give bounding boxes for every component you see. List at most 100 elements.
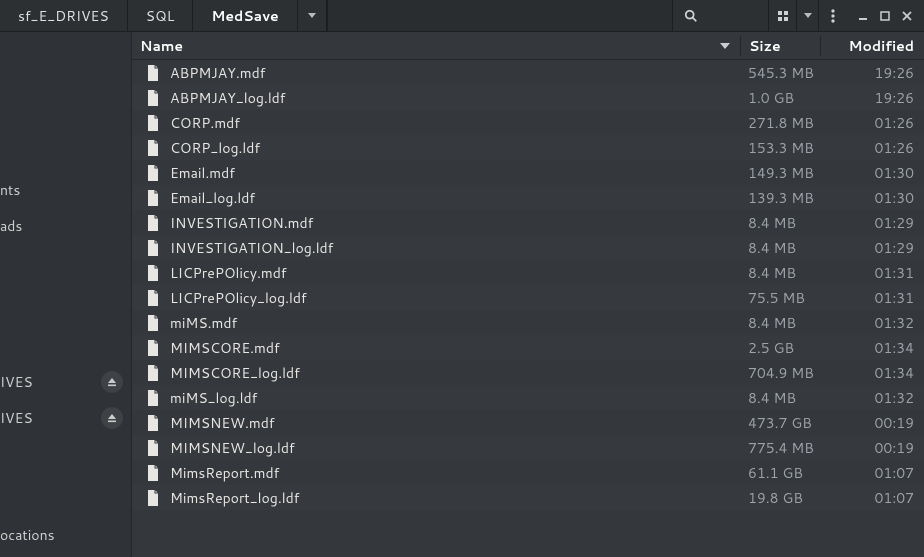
file-name: ABPMJAY.mdf: [170, 63, 265, 83]
window-minimize-button[interactable]: [852, 11, 874, 21]
cell-name: CORP.mdf: [132, 113, 740, 133]
file-icon: [146, 190, 160, 206]
sidebar-drive-item[interactable]: IVES: [0, 400, 131, 436]
window-close-button[interactable]: [896, 11, 918, 21]
cell-size: 8.4 MB: [740, 213, 820, 233]
breadcrumb-item-current[interactable]: MedSave: [192, 0, 296, 31]
table-row[interactable]: LICPrePOlicy_log.ldf75.5 MB01:31: [132, 285, 924, 310]
file-rows: ABPMJAY.mdf 545.3 MB19:26ABPMJAY_log.ldf1…: [132, 60, 924, 557]
cell-name: MIMSNEW.mdf: [132, 413, 740, 433]
file-icon: [146, 240, 160, 256]
cell-modified: 19:26: [820, 63, 924, 83]
cell-name: MIMSCORE_log.ldf: [132, 363, 740, 383]
sidebar-other-locations[interactable]: ocations: [0, 517, 131, 553]
window-controls: [846, 0, 924, 31]
cell-name: MimsReport_log.ldf: [132, 488, 740, 508]
file-icon: [146, 440, 160, 456]
table-row[interactable]: MIMSNEW_log.ldf775.4 MB00:19: [132, 435, 924, 460]
file-name: MIMSNEW_log.ldf: [170, 438, 295, 458]
cell-name: CORP_log.ldf: [132, 138, 740, 158]
cell-modified: 00:19: [820, 438, 924, 458]
file-icon: [146, 140, 160, 156]
cell-modified: 01:30: [820, 188, 924, 208]
sidebar-item[interactable]: ads: [0, 208, 131, 244]
table-row[interactable]: CORP.mdf271.8 MB01:26: [132, 110, 924, 135]
cell-size: 61.1 GB: [740, 463, 820, 483]
table-row[interactable]: MIMSCORE.mdf2.5 GB01:34: [132, 335, 924, 360]
column-header-label: Modified: [848, 36, 914, 56]
breadcrumb-item[interactable]: sf_E_DRIVES: [0, 0, 127, 31]
eject-icon: [107, 413, 117, 423]
column-header-modified[interactable]: Modified: [820, 36, 924, 56]
sidebar-item-label: nts: [0, 180, 123, 200]
file-name: CORP.mdf: [170, 113, 240, 133]
cell-size: 8.4 MB: [740, 388, 820, 408]
window-close-icon: [902, 11, 912, 21]
table-row[interactable]: INVESTIGATION_log.ldf8.4 MB01:29: [132, 235, 924, 260]
chevron-down-icon: [308, 13, 316, 18]
file-list-pane: Name Size Modified ABPMJAY.mdf545.3 MB19…: [132, 32, 924, 557]
table-row[interactable]: LICPrePOlicy.mdf8.4 MB01:31: [132, 260, 924, 285]
eject-button[interactable]: [101, 371, 123, 393]
breadcrumb-item[interactable]: SQL: [127, 0, 193, 31]
cell-name: MimsReport.mdf: [132, 463, 740, 483]
cell-size: 545.3 MB: [740, 63, 820, 83]
cell-name: MIMSNEW_log.ldf: [132, 438, 740, 458]
file-name: MimsReport.mdf: [170, 463, 279, 483]
search-icon: [684, 9, 698, 23]
sidebar-item-label: IVES: [0, 372, 97, 392]
file-icon: [146, 340, 160, 356]
table-row[interactable]: INVESTIGATION.mdf8.4 MB01:29: [132, 210, 924, 235]
cell-size: 8.4 MB: [740, 313, 820, 333]
file-icon: [146, 365, 160, 381]
sidebar-drive-item[interactable]: IVES: [0, 364, 131, 400]
path-entry[interactable]: [327, 0, 672, 31]
cell-name: INVESTIGATION_log.ldf: [132, 238, 740, 258]
cell-modified: 01:32: [820, 313, 924, 333]
breadcrumb-dropdown[interactable]: [297, 0, 326, 31]
cell-name: INVESTIGATION.mdf: [132, 213, 740, 233]
table-row[interactable]: miMS.mdf8.4 MB01:32: [132, 310, 924, 335]
file-icon: [146, 490, 160, 506]
app-menu-button[interactable]: [818, 0, 846, 31]
file-icon: [146, 290, 160, 306]
table-row[interactable]: CORP_log.ldf153.3 MB01:26: [132, 135, 924, 160]
file-name: CORP_log.ldf: [170, 138, 260, 158]
column-header-size[interactable]: Size: [740, 36, 820, 56]
search-button[interactable]: [672, 0, 708, 31]
table-row[interactable]: ABPMJAY_log.ldf1.0 GB19:26: [132, 85, 924, 110]
cell-modified: 01:29: [820, 213, 924, 233]
sort-indicator: [720, 43, 730, 49]
window-maximize-icon: [880, 11, 890, 21]
cell-name: Email.mdf: [132, 163, 740, 183]
table-row[interactable]: miMS_log.ldf8.4 MB01:32: [132, 385, 924, 410]
icon-view-icon: [777, 10, 789, 22]
cell-modified: 00:19: [820, 413, 924, 433]
column-header-name[interactable]: Name: [132, 36, 740, 56]
sidebar-item[interactable]: nts: [0, 172, 131, 208]
table-row[interactable]: Email_log.ldf139.3 MB01:30: [132, 185, 924, 210]
file-icon: [146, 315, 160, 331]
table-row[interactable]: MIMSCORE_log.ldf704.9 MB01:34: [132, 360, 924, 385]
view-mode-button[interactable]: [768, 0, 796, 31]
eject-icon: [107, 377, 117, 387]
cell-modified: 01:26: [820, 138, 924, 158]
cell-size: 8.4 MB: [740, 238, 820, 258]
window-maximize-button[interactable]: [874, 11, 896, 21]
menu-icon: [831, 9, 835, 23]
cell-size: 19.8 GB: [740, 488, 820, 508]
cell-modified: 01:31: [820, 288, 924, 308]
file-name: LICPrePOlicy_log.ldf: [170, 288, 307, 308]
table-row[interactable]: Email.mdf149.3 MB01:30: [132, 160, 924, 185]
view-dropdown-button[interactable]: [796, 0, 818, 31]
file-icon: [146, 90, 160, 106]
table-row[interactable]: MimsReport_log.ldf19.8 GB01:07: [132, 485, 924, 510]
table-row[interactable]: ABPMJAY.mdf 545.3 MB19:26: [132, 60, 924, 85]
cell-name: ABPMJAY.mdf: [132, 63, 740, 83]
file-name: MIMSNEW.mdf: [170, 413, 274, 433]
table-row[interactable]: MimsReport.mdf61.1 GB01:07: [132, 460, 924, 485]
file-icon: [146, 390, 160, 406]
table-row[interactable]: MIMSNEW.mdf473.7 GB00:19: [132, 410, 924, 435]
eject-button[interactable]: [101, 407, 123, 429]
cell-size: 139.3 MB: [740, 188, 820, 208]
